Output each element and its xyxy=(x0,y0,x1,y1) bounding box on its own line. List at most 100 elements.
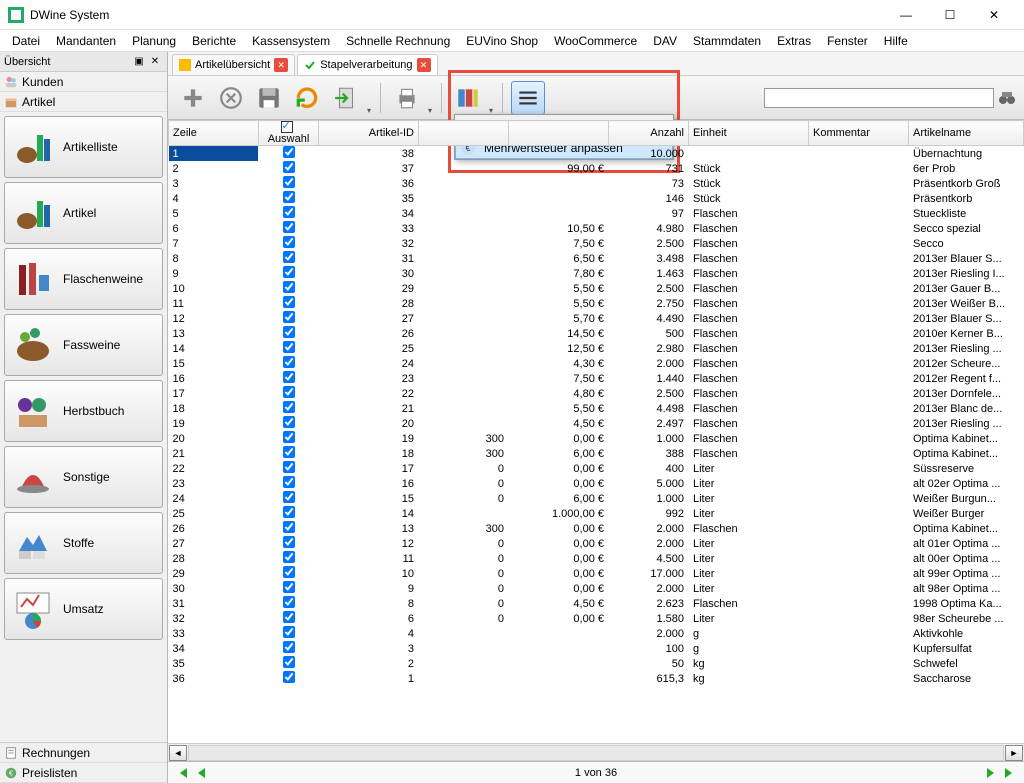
table-row[interactable]: 343100gKupfersulfat xyxy=(169,641,1024,656)
binoculars-icon[interactable] xyxy=(998,89,1016,107)
nav-next-button[interactable] xyxy=(980,764,1000,782)
header-zeile[interactable]: Zeile xyxy=(169,121,259,146)
cell-auswahl[interactable] xyxy=(259,146,319,162)
row-checkbox[interactable] xyxy=(283,356,295,368)
row-checkbox[interactable] xyxy=(283,371,295,383)
menu-fenster[interactable]: Fenster xyxy=(819,32,876,50)
cell-auswahl[interactable] xyxy=(259,506,319,521)
cell-auswahl[interactable] xyxy=(259,296,319,311)
nav-button-sonstige[interactable]: Sonstige xyxy=(4,446,163,508)
cell-auswahl[interactable] xyxy=(259,566,319,581)
sidebar-item-rechnungen[interactable]: Rechnungen xyxy=(0,743,167,763)
menu-berichte[interactable]: Berichte xyxy=(184,32,244,50)
table-row[interactable]: 13810.000Übernachtung xyxy=(169,146,1024,162)
table-row[interactable]: 53497FlaschenStueckliste xyxy=(169,206,1024,221)
row-checkbox[interactable] xyxy=(283,461,295,473)
row-checkbox[interactable] xyxy=(283,566,295,578)
table-row[interactable]: 26133000,00 €2.000FlaschenOptima Kabinet… xyxy=(169,521,1024,536)
scroll-right-icon[interactable]: ► xyxy=(1005,745,1023,761)
table-row[interactable]: 221700,00 €400LiterSüssreserve xyxy=(169,461,1024,476)
nav-button-herbstbuch[interactable]: Herbstbuch xyxy=(4,380,163,442)
row-checkbox[interactable] xyxy=(283,341,295,353)
row-checkbox[interactable] xyxy=(283,161,295,173)
cell-auswahl[interactable] xyxy=(259,581,319,596)
save-button[interactable] xyxy=(252,81,286,115)
table-row[interactable]: 361615,3kgSaccharose xyxy=(169,671,1024,686)
menu-euvino[interactable]: EUVino Shop xyxy=(458,32,546,50)
data-grid[interactable]: Zeile Auswahl Artikel-ID Anzahl Einheit … xyxy=(168,120,1024,743)
row-checkbox[interactable] xyxy=(283,596,295,608)
tab-close-icon[interactable]: ✕ xyxy=(274,58,288,72)
cell-auswahl[interactable] xyxy=(259,206,319,221)
table-row[interactable]: 11285,50 €2.750Flaschen2013er Weißer B..… xyxy=(169,296,1024,311)
cell-auswahl[interactable] xyxy=(259,626,319,641)
sidebar-item-preislisten[interactable]: € Preislisten xyxy=(0,763,167,783)
tab-close-icon[interactable]: ✕ xyxy=(417,58,431,72)
table-row[interactable]: 21183006,00 €388FlaschenOptima Kabinet..… xyxy=(169,446,1024,461)
batch-menu-button[interactable] xyxy=(511,81,545,115)
row-checkbox[interactable] xyxy=(283,656,295,668)
search-input[interactable] xyxy=(764,88,994,108)
sidebar-item-artikel[interactable]: Artikel xyxy=(0,92,167,112)
nav-first-button[interactable] xyxy=(172,764,192,782)
table-row[interactable]: 231600,00 €5.000Literalt 02er Optima ... xyxy=(169,476,1024,491)
delete-button[interactable] xyxy=(214,81,248,115)
print-button[interactable] xyxy=(389,81,433,115)
cell-auswahl[interactable] xyxy=(259,311,319,326)
nav-last-button[interactable] xyxy=(1000,764,1020,782)
row-checkbox[interactable] xyxy=(283,386,295,398)
header-auswahl[interactable]: Auswahl xyxy=(259,121,319,146)
table-row[interactable]: 241506,00 €1.000LiterWeißer Burgun... xyxy=(169,491,1024,506)
minimize-button[interactable]: — xyxy=(884,1,928,29)
menu-woocommerce[interactable]: WooCommerce xyxy=(546,32,645,50)
nav-button-stoffe[interactable]: Stoffe xyxy=(4,512,163,574)
table-row[interactable]: 17224,80 €2.500Flaschen2013er Dornfele..… xyxy=(169,386,1024,401)
header-kommentar[interactable]: Kommentar xyxy=(809,121,909,146)
row-checkbox[interactable] xyxy=(283,191,295,203)
table-row[interactable]: 9307,80 €1.463Flaschen2013er Riesling I.… xyxy=(169,266,1024,281)
add-button[interactable] xyxy=(176,81,210,115)
cell-auswahl[interactable] xyxy=(259,521,319,536)
scroll-track[interactable] xyxy=(188,745,1004,761)
header-col4[interactable] xyxy=(509,121,609,146)
cell-auswahl[interactable] xyxy=(259,551,319,566)
nav-button-flaschenweine[interactable]: Flaschenweine xyxy=(4,248,163,310)
nav-button-artikel[interactable]: Artikel xyxy=(4,182,163,244)
menu-dav[interactable]: DAV xyxy=(645,32,685,50)
row-checkbox[interactable] xyxy=(283,326,295,338)
header-artikel-id[interactable]: Artikel-ID xyxy=(319,121,419,146)
row-checkbox[interactable] xyxy=(283,626,295,638)
row-checkbox[interactable] xyxy=(283,206,295,218)
column-button[interactable] xyxy=(450,81,494,115)
cell-auswahl[interactable] xyxy=(259,611,319,626)
row-checkbox[interactable] xyxy=(283,281,295,293)
row-checkbox[interactable] xyxy=(283,506,295,518)
header-artikelname[interactable]: Artikelname xyxy=(909,121,1024,146)
row-checkbox[interactable] xyxy=(283,521,295,533)
pin-icon[interactable]: ▣ xyxy=(131,54,147,70)
tab-artikeluebersicht[interactable]: Artikelübersicht ✕ xyxy=(172,54,295,75)
cell-auswahl[interactable] xyxy=(259,326,319,341)
table-row[interactable]: 435146StückPräsentkorb xyxy=(169,191,1024,206)
row-checkbox[interactable] xyxy=(283,311,295,323)
cell-auswahl[interactable] xyxy=(259,236,319,251)
cell-auswahl[interactable] xyxy=(259,671,319,686)
row-checkbox[interactable] xyxy=(283,146,295,158)
header-anzahl[interactable]: Anzahl xyxy=(609,121,689,146)
maximize-button[interactable]: ☐ xyxy=(928,1,972,29)
table-row[interactable]: 281100,00 €4.500Literalt 00er Optima ... xyxy=(169,551,1024,566)
export-button[interactable] xyxy=(328,81,372,115)
row-checkbox[interactable] xyxy=(283,671,295,683)
nav-button-artikelliste[interactable]: Artikelliste xyxy=(4,116,163,178)
cell-auswahl[interactable] xyxy=(259,536,319,551)
cell-auswahl[interactable] xyxy=(259,161,319,176)
horizontal-scrollbar[interactable]: ◄ ► xyxy=(168,743,1024,761)
table-row[interactable]: 16237,50 €1.440Flaschen2012er Regent f..… xyxy=(169,371,1024,386)
menu-planung[interactable]: Planung xyxy=(124,32,184,50)
scroll-left-icon[interactable]: ◄ xyxy=(169,745,187,761)
table-row[interactable]: 132614,50 €500Flaschen2010er Kerner B... xyxy=(169,326,1024,341)
cell-auswahl[interactable] xyxy=(259,341,319,356)
nav-prev-button[interactable] xyxy=(192,764,212,782)
cell-auswahl[interactable] xyxy=(259,401,319,416)
menu-stammdaten[interactable]: Stammdaten xyxy=(685,32,769,50)
